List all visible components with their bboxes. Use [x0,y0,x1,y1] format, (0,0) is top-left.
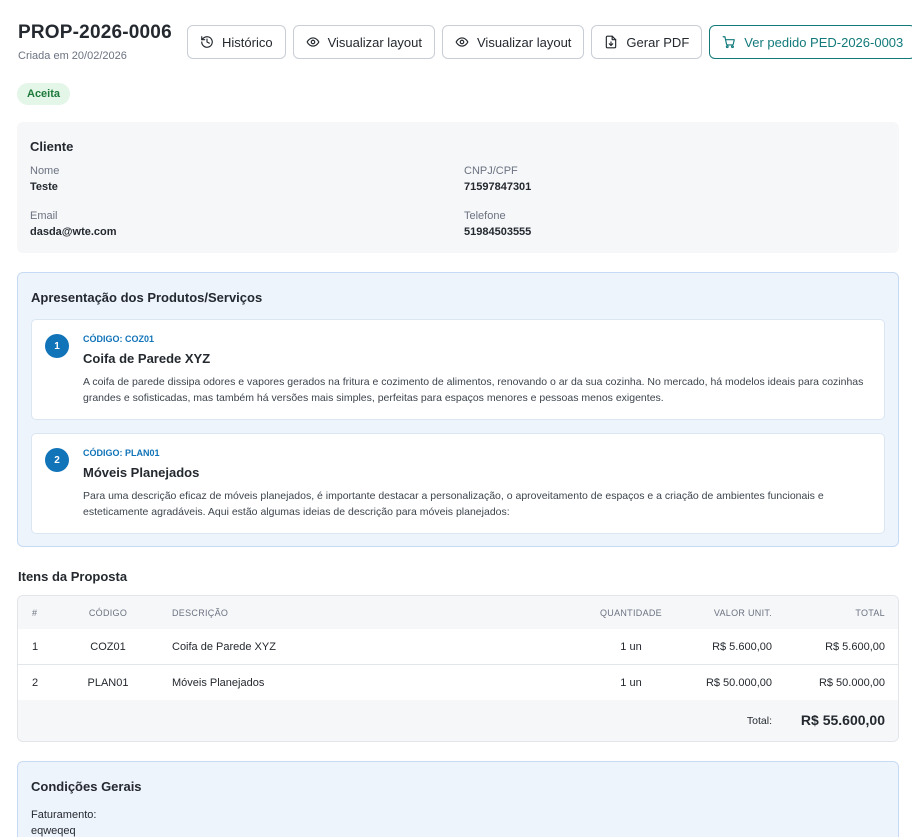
view-layout-button-2-label: Visualizar layout [477,34,572,50]
client-name-label: Nome [30,165,60,177]
client-doc-value: 71597847301 [464,181,532,193]
client-email-value: dasda@wte.com [30,226,117,238]
eye-icon [306,37,319,47]
product-code: CÓDIGO: COZ01 [83,334,155,344]
history-button-label: Histórico [222,34,273,50]
proposal-header: PROP-2026-0006 Criada em 20/02/2026 [18,22,172,62]
client-doc-label: CNPJ/CPF [464,165,518,177]
page-title: PROP-2026-0006 [18,22,172,43]
product-name: Móveis Planejados [83,465,200,480]
column-header-code: CÓDIGO [88,608,128,618]
row-quantity: 1 un [620,677,642,689]
table-header: # CÓDIGO DESCRIÇÃO QUANTIDADE VALOR UNIT… [18,596,898,629]
view-order-button-label: Ver pedido PED-2026-0003 [744,34,904,50]
shopping-cart-icon [722,36,736,49]
product-code: CÓDIGO: PLAN01 [83,448,160,458]
view-layout-button-label: Visualizar layout [327,34,422,50]
history-icon [201,36,213,48]
row-unit-price: R$ 5.600,00 [712,641,772,653]
column-header-index: # [32,608,38,618]
client-phone-value: 51984503555 [464,226,532,238]
client-name-field: Nome Teste [30,165,59,193]
column-header-description: DESCRIÇÃO [172,608,229,618]
row-quantity: 1 un [620,641,642,653]
product-card: 1 CÓDIGO: COZ01 Coifa de Parede XYZ A co… [31,319,885,420]
eye-icon [455,37,469,47]
table-row: 1 COZ01 Coifa de Parede XYZ 1 un R$ 5.60… [18,629,898,665]
view-layout-button[interactable]: Visualizar layout [292,25,435,59]
row-code: PLAN01 [87,677,129,689]
product-name: Coifa de Parede XYZ [83,351,211,366]
billing-value: eqweqeq [31,825,76,837]
product-description: A coifa de parede dissipa odores e vapor… [83,376,864,404]
row-description: Coifa de Parede XYZ [172,641,276,653]
product-number-badge: 1 [45,334,69,358]
row-unit-price: R$ 50.000,00 [705,677,772,689]
presentation-heading: Apresentação dos Produtos/Serviços [31,290,263,305]
row-total: R$ 5.600,00 [825,641,885,653]
column-header-unit-price: VALOR UNIT. [713,608,772,618]
conditions-heading: Condições Gerais [31,779,142,794]
column-header-quantity: QUANTIDADE [599,608,662,618]
generate-pdf-button[interactable]: Gerar PDF [591,25,703,59]
billing-label: Faturamento: [31,809,97,821]
history-button[interactable]: Histórico [187,25,286,59]
client-email-label: Email [30,210,58,222]
client-email-field: Email dasda@wte.com [30,210,117,238]
items-heading: Itens da Proposta [18,569,128,584]
items-table: # CÓDIGO DESCRIÇÃO QUANTIDADE VALOR UNIT… [17,595,899,742]
product-description: Para uma descrição eficaz de móveis plan… [83,490,824,518]
row-total: R$ 50.000,00 [818,677,885,689]
client-phone-field: Telefone 51984503555 [464,210,531,238]
client-phone-label: Telefone [464,210,506,222]
view-order-button[interactable]: Ver pedido PED-2026-0003 [709,25,912,59]
product-card: 2 CÓDIGO: PLAN01 Móveis Planejados Para … [31,433,885,534]
client-heading: Cliente [30,139,74,154]
action-toolbar: Histórico Visualizar layout Visualizar l… [187,25,912,59]
created-date: Criada em 20/02/2026 [18,50,127,62]
product-number-badge: 2 [45,448,69,472]
row-code: COZ01 [90,641,126,653]
row-description: Móveis Planejados [172,677,265,689]
presentation-card: Apresentação dos Produtos/Serviços 1 CÓD… [17,272,899,547]
row-index: 1 [32,641,39,653]
table-row: 2 PLAN01 Móveis Planejados 1 un R$ 50.00… [18,665,898,701]
conditions-card: Condições Gerais Faturamento: eqweqeq [17,761,899,837]
row-index: 2 [32,677,39,689]
table-footer: Total: R$ 55.600,00 [18,700,898,741]
client-doc-field: CNPJ/CPF 71597847301 [464,165,531,193]
file-download-icon [606,35,617,49]
client-card: Cliente Nome Teste CNPJ/CPF 71597847301 … [17,122,899,253]
status-badge: Aceita [17,83,71,105]
generate-pdf-button-label: Gerar PDF [626,34,690,50]
total-value: R$ 55.600,00 [800,712,885,728]
column-header-total: TOTAL [855,608,885,618]
view-layout-button-2[interactable]: Visualizar layout [442,25,585,59]
client-name-value: Teste [30,181,58,193]
